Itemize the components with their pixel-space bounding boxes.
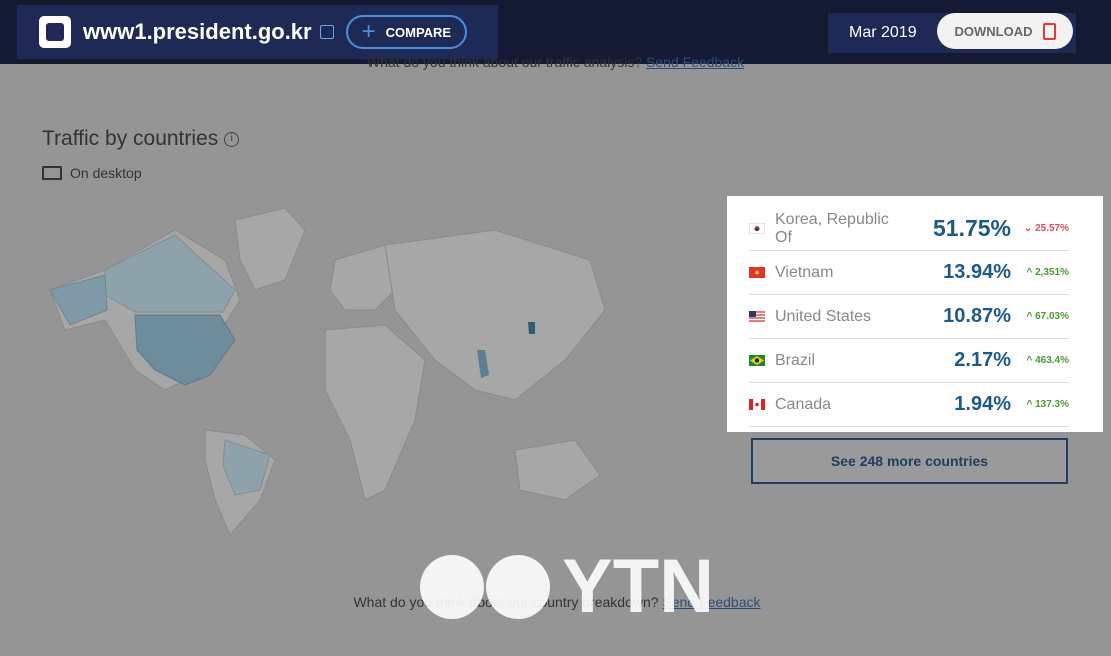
country-change: ^ 463.4% [1026, 355, 1069, 366]
country-row[interactable]: Vietnam 13.94% ^ 2,351% [749, 251, 1069, 295]
device-text: On desktop [70, 165, 142, 181]
country-change: ⌄ 25.57% [1023, 223, 1069, 234]
country-change: ^ 137.3% [1026, 399, 1069, 410]
country-share: 2.17% [954, 349, 1011, 371]
info-icon[interactable]: i [224, 131, 240, 147]
flag-vn-icon [749, 267, 765, 278]
compare-button[interactable]: + COMPARE [345, 15, 468, 49]
feedback-traffic: What do you think about our traffic anal… [0, 54, 1111, 70]
country-change: ^ 2,351% [1026, 267, 1069, 278]
flag-br-icon [749, 355, 765, 366]
site-favicon-icon [39, 16, 71, 48]
ytn-watermark: YTN [420, 544, 714, 629]
flag-ca-icon [749, 399, 765, 410]
desktop-icon [42, 166, 62, 180]
section-title: Traffic by countries i [42, 127, 240, 151]
change-value: 463.4% [1035, 355, 1069, 366]
country-name: Korea, Republic Of [775, 210, 889, 246]
country-share: 1.94% [954, 393, 1011, 415]
download-button[interactable]: DOWNLOAD [937, 13, 1073, 49]
domain-title: www1.president.go.kr [83, 19, 312, 44]
compare-label: COMPARE [385, 24, 452, 40]
change-value: 2,351% [1035, 267, 1069, 278]
country-row[interactable]: Korea, Republic Of 51.75% ⌄ 25.57% [749, 207, 1069, 251]
change-value: 25.57% [1035, 223, 1069, 234]
watermark-text: YTN [562, 544, 714, 629]
site-header: www1.president.go.kr + COMPARE [17, 5, 498, 59]
plus-icon: + [361, 18, 376, 45]
map-africa [324, 324, 426, 501]
country-share: 10.87% [943, 305, 1011, 327]
map-greenland [234, 207, 306, 291]
send-feedback-link[interactable]: Send Feedback [646, 54, 744, 70]
flag-us-icon [749, 311, 765, 322]
country-share: 51.75% [932, 215, 1011, 241]
see-more-countries-button[interactable]: See 248 more countries [751, 438, 1068, 484]
feedback-text: What do you think about our traffic anal… [366, 54, 643, 70]
country-change: ^ 67.03% [1026, 311, 1069, 322]
external-link-icon[interactable] [319, 25, 334, 39]
country-name: Vietnam [775, 263, 834, 281]
device-label: On desktop [42, 165, 142, 181]
map-canada [104, 234, 236, 313]
pdf-icon [1042, 22, 1056, 40]
country-name: Canada [775, 395, 832, 413]
country-share: 13.94% [943, 261, 1011, 283]
country-name: United States [775, 307, 872, 325]
country-row[interactable]: Brazil 2.17% ^ 463.4% [749, 339, 1069, 383]
date-download-group: Mar 2019 DOWNLOAD [828, 13, 1076, 53]
flag-kr-icon [749, 223, 765, 234]
section-title-text: Traffic by countries [42, 127, 219, 150]
download-label: DOWNLOAD [954, 23, 1033, 39]
country-name: Brazil [775, 351, 816, 369]
map-korea [528, 322, 535, 334]
map-australia [514, 439, 601, 501]
date-selector[interactable]: Mar 2019 [849, 24, 917, 42]
change-value: 137.3% [1035, 399, 1069, 410]
country-row[interactable]: Canada 1.94% ^ 137.3% [749, 383, 1069, 427]
world-map[interactable] [45, 200, 615, 540]
change-value: 67.03% [1035, 311, 1069, 322]
country-list: Korea, Republic Of 51.75% ⌄ 25.57% Vietn… [727, 196, 1103, 432]
country-row[interactable]: United States 10.87% ^ 67.03% [749, 295, 1069, 339]
